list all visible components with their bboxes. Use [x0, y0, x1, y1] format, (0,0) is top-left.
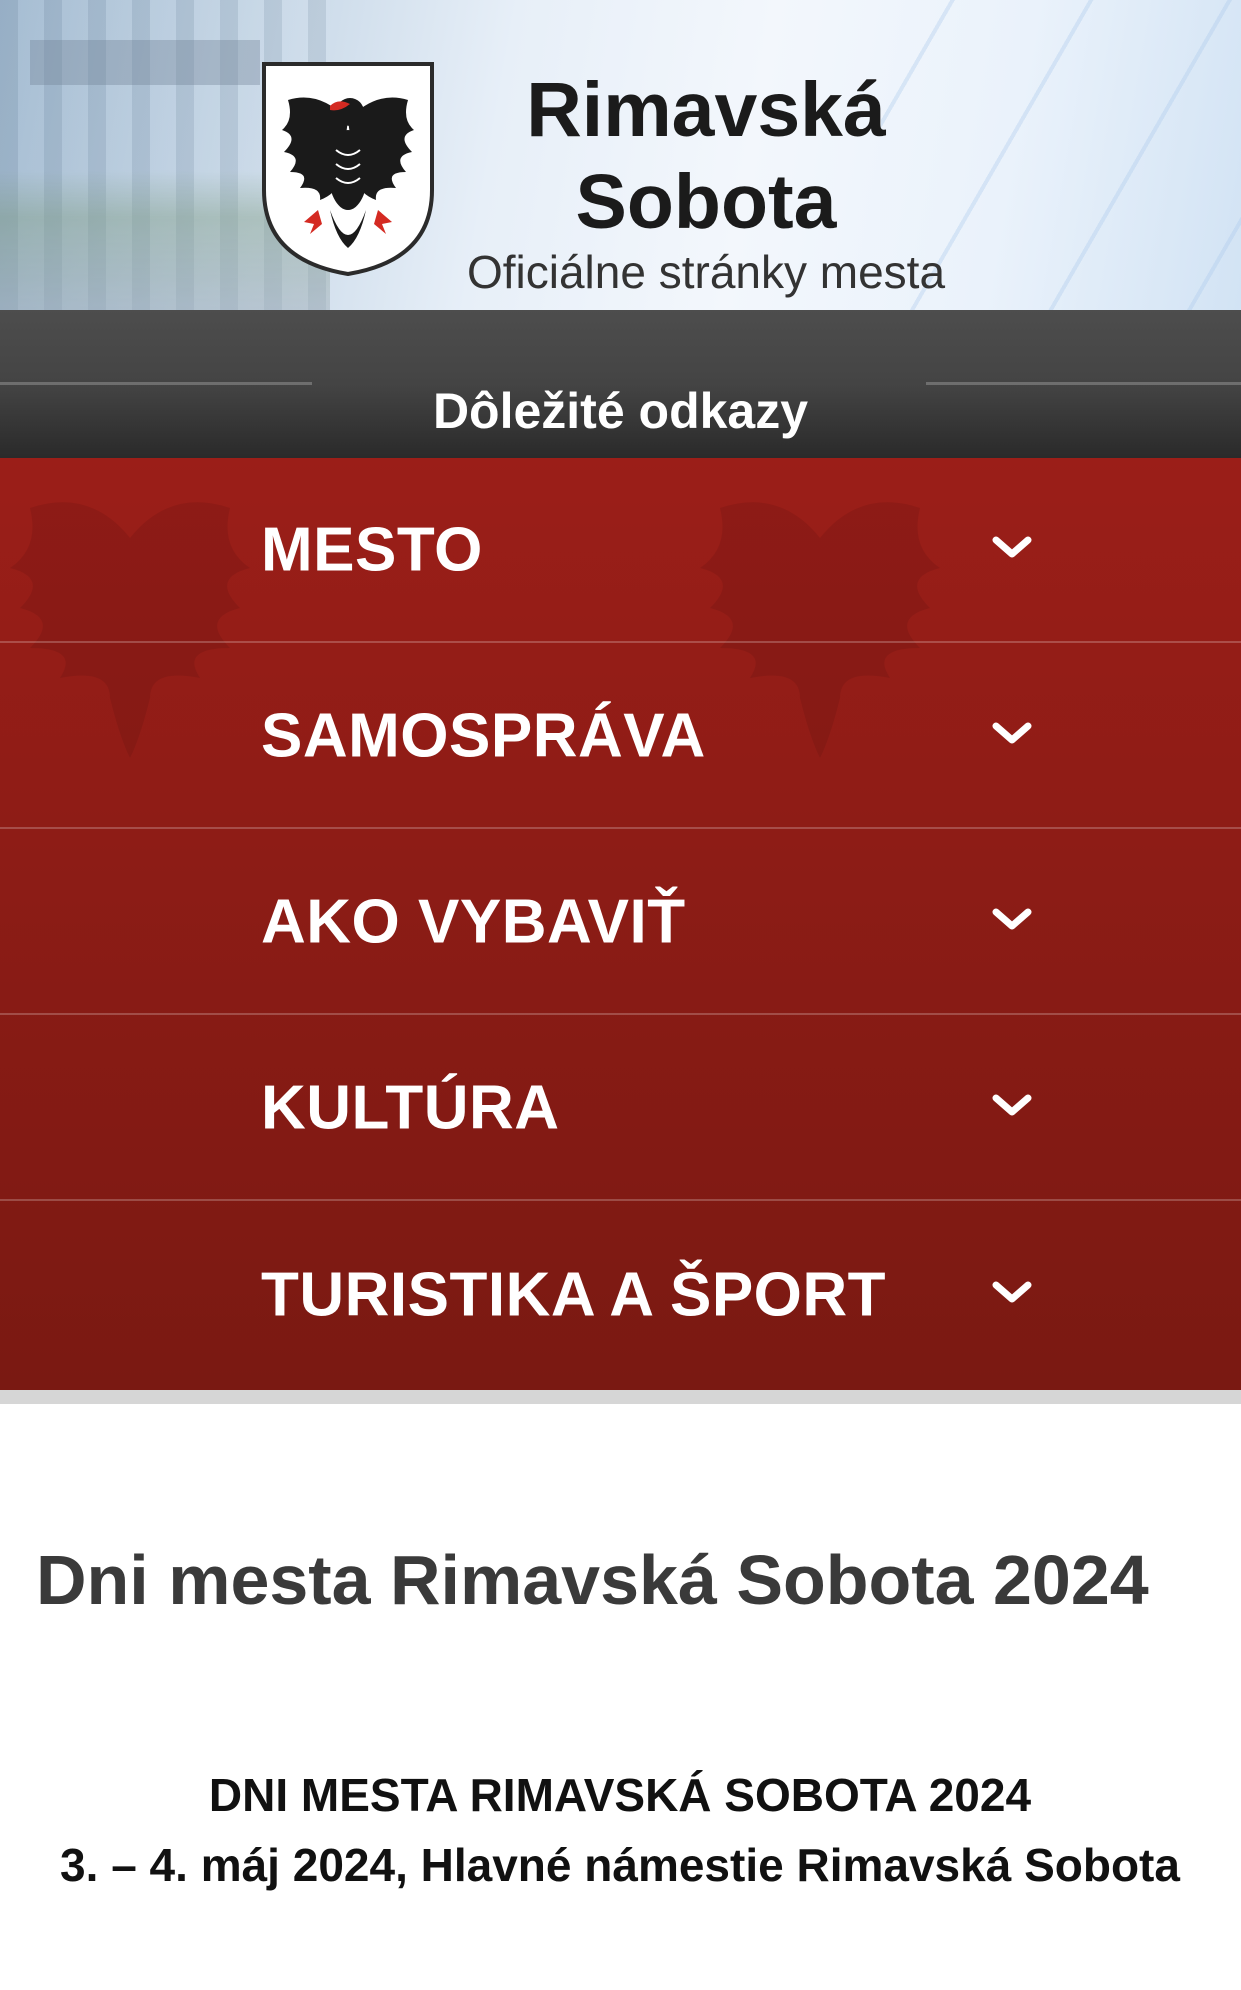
site-header: Rimavská Sobota Oficiálne stránky mesta [0, 0, 1241, 310]
coat-of-arms-eagle-icon [262, 62, 434, 277]
menu-item-label: TURISTIKA A ŠPORT [261, 1260, 887, 1329]
site-name-line1: Rimavská [526, 67, 886, 153]
menu-item-label: MESTO [261, 515, 483, 584]
main-menu: MESTO SAMOSPRÁVA AKO VYBAVIŤ KULTÚRA TUR… [0, 458, 1241, 1390]
important-links-title: Dôležité odkazy [432, 383, 809, 439]
menu-item-turistika-a-sport[interactable]: TURISTIKA A ŠPORT [0, 1202, 1241, 1387]
chevron-down-icon[interactable] [990, 904, 1034, 934]
article-subtitle-line2: 3. – 4. máj 2024, Hlavné námestie Rimavs… [60, 1839, 1180, 1891]
menu-item-mesto[interactable]: MESTO [0, 458, 1241, 643]
chevron-down-icon[interactable] [990, 718, 1034, 748]
town-photo-roof [30, 40, 260, 85]
site-tagline: Oficiálne stránky mesta [466, 246, 946, 298]
site-name-line2: Sobota [575, 159, 837, 245]
site-name[interactable]: Rimavská Sobota [470, 64, 942, 248]
chevron-down-icon[interactable] [990, 532, 1034, 562]
menu-bottom-divider [0, 1390, 1241, 1404]
article-subtitle: DNI MESTA RIMAVSKÁ SOBOTA 2024 3. – 4. m… [60, 1760, 1180, 1900]
chevron-down-icon[interactable] [990, 1277, 1034, 1307]
important-links-bar[interactable]: Dôležité odkazy [0, 310, 1241, 458]
menu-item-ako-vybavit[interactable]: AKO VYBAVIŤ [0, 830, 1241, 1015]
article-title: Dni mesta Rimavská Sobota 2024 [36, 1541, 1149, 1619]
menu-item-label: AKO VYBAVIŤ [261, 887, 686, 956]
menu-item-label: SAMOSPRÁVA [261, 701, 706, 770]
article-subtitle-line1: DNI MESTA RIMAVSKÁ SOBOTA 2024 [208, 1769, 1032, 1821]
menu-item-samosprava[interactable]: SAMOSPRÁVA [0, 644, 1241, 829]
chevron-down-icon[interactable] [990, 1090, 1034, 1120]
menu-item-kultura[interactable]: KULTÚRA [0, 1016, 1241, 1201]
menu-item-label: KULTÚRA [261, 1073, 560, 1142]
